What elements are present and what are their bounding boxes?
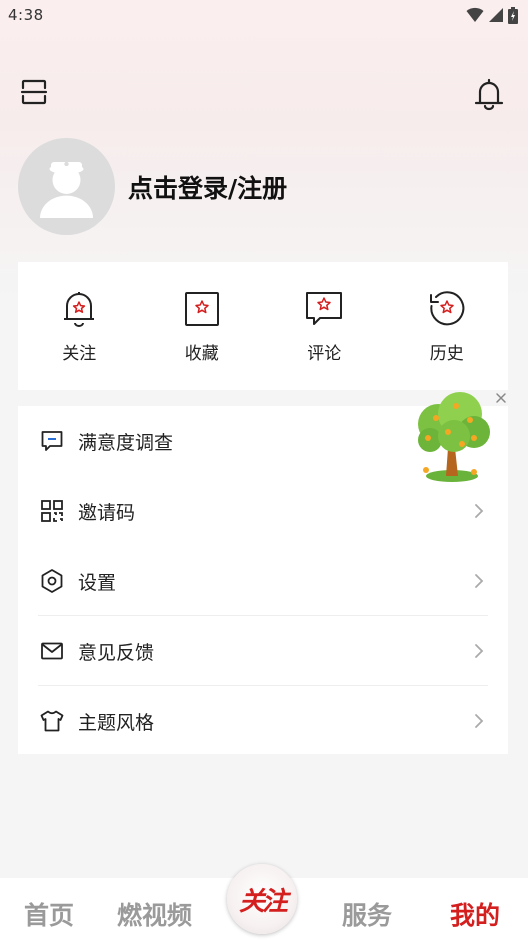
bookmark-star-icon (182, 289, 222, 329)
quick-action-comment[interactable]: 评论 (274, 289, 374, 364)
status-bar: 4:38 (0, 0, 528, 30)
nav-home[interactable]: 首页 (24, 896, 74, 932)
wifi-icon (466, 7, 484, 22)
quick-action-label: 历史 (429, 343, 464, 364)
chevron-right-icon (475, 574, 484, 588)
mail-icon (40, 639, 64, 663)
quick-action-label: 收藏 (184, 343, 219, 364)
nav-video[interactable]: 燃视频 (117, 896, 192, 932)
close-ad-button[interactable] (493, 390, 509, 406)
money-tree-icon (418, 392, 490, 482)
nav-service[interactable]: 服务 (342, 896, 392, 932)
quick-action-history[interactable]: 历史 (397, 289, 497, 364)
settings-icon (40, 569, 64, 593)
history-star-icon (427, 289, 467, 329)
quick-action-follow[interactable]: 关注 (29, 289, 129, 364)
menu-item-label: 满意度调查 (78, 431, 174, 454)
nav-mine[interactable]: 我的 (450, 896, 500, 932)
chevron-right-icon (475, 644, 484, 658)
login-register-link[interactable]: 点击登录/注册 (128, 169, 287, 205)
status-time: 4:38 (8, 6, 44, 24)
avatar-placeholder-icon (40, 161, 93, 218)
survey-icon (40, 429, 64, 453)
bell-icon[interactable] (473, 78, 505, 111)
menu-item-label: 意见反馈 (78, 641, 155, 664)
nav-center-follow-button[interactable]: 关注 (227, 864, 297, 934)
battery-icon (508, 6, 518, 24)
menu-item-label: 邀请码 (78, 501, 136, 524)
status-icons (466, 6, 518, 24)
menu-item-label: 设置 (78, 571, 117, 594)
comment-star-icon (304, 289, 344, 329)
menu-item-theme[interactable]: 主题风格 (18, 686, 508, 756)
bell-star-icon (59, 289, 99, 329)
quick-action-label: 关注 (62, 343, 97, 364)
menu-item-settings[interactable]: 设置 (18, 546, 508, 616)
chevron-right-icon (475, 504, 484, 518)
close-icon (496, 393, 506, 403)
signal-icon (489, 8, 503, 22)
quick-actions-card: 关注 收藏 评论 历史 (18, 262, 508, 390)
chevron-right-icon (475, 714, 484, 728)
quick-action-label: 评论 (307, 343, 342, 364)
menu-item-label: 主题风格 (78, 711, 155, 734)
scan-icon[interactable] (18, 76, 50, 108)
quick-action-collect[interactable]: 收藏 (152, 289, 252, 364)
qr-code-icon (40, 499, 64, 523)
nav-center-label: 关注 (238, 886, 288, 917)
profile-section[interactable]: 点击登录/注册 (18, 138, 287, 235)
avatar[interactable] (18, 138, 115, 235)
floating-tree-ad[interactable] (408, 388, 498, 488)
menu-item-feedback[interactable]: 意见反馈 (18, 616, 508, 686)
tshirt-icon (40, 709, 64, 733)
